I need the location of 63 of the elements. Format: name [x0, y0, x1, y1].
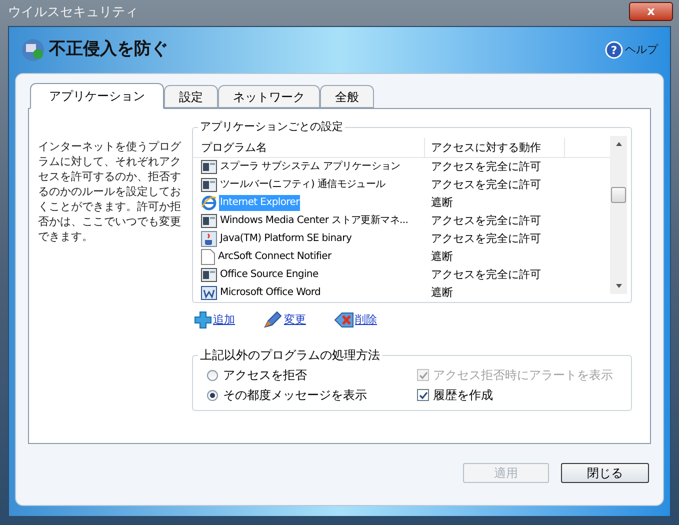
column-header[interactable]: アクセスに対する動作 — [425, 138, 565, 157]
scrollbar[interactable] — [610, 136, 627, 294]
column-header[interactable]: プログラム名 — [193, 138, 425, 157]
program-row[interactable]: ツールバー(ニフティ) 通信モジュール — [193, 177, 425, 193]
program-name: ツールバー(ニフティ) 通信モジュール — [219, 178, 386, 192]
action-cell-text: アクセスを完全に許可 — [430, 158, 541, 175]
dialog-button[interactable]: 閉じる — [561, 462, 649, 482]
scroll-down-icon[interactable] — [616, 284, 622, 288]
action-cell-text: 遮断 — [430, 194, 453, 211]
program-name: Java(TM) Platform SE binary — [219, 232, 353, 246]
radio-option[interactable]: その都度メッセージを表示 — [207, 386, 417, 404]
program-window-icon — [201, 268, 217, 282]
checkbox[interactable] — [417, 389, 429, 401]
plus-icon — [194, 311, 212, 329]
program-row[interactable]: ArcSoft Connect Notifier — [193, 249, 425, 265]
shield-computer-icon — [21, 38, 45, 62]
program-name: Windows Media Center ストア更新マネ... — [219, 214, 410, 228]
blank-document-icon — [201, 249, 215, 265]
help-link[interactable]: ? ヘルプ — [605, 41, 658, 59]
delete-x-icon — [334, 311, 354, 329]
checkmark-icon — [418, 390, 428, 400]
action-link[interactable]: 削除 — [334, 311, 377, 329]
program-row[interactable]: Office Source Engine — [193, 267, 425, 283]
action-link[interactable]: 追加 — [194, 311, 235, 329]
action-cell-text: アクセスを完全に許可 — [430, 266, 541, 283]
checkmark-icon — [418, 370, 428, 380]
scroll-thumb[interactable] — [611, 187, 626, 203]
program-row[interactable]: Windows Media Center ストア更新マネ... — [193, 213, 425, 229]
program-name: ArcSoft Connect Notifier — [217, 250, 332, 264]
page-title: 不正侵入を防ぐ — [49, 38, 168, 62]
radio-button[interactable] — [207, 390, 218, 400]
window-title: ウイルスセキュリティ — [8, 4, 138, 22]
program-row[interactable]: Microsoft Office Word — [193, 285, 425, 301]
program-name: スプーラ サブシステム アプリケーション — [219, 160, 402, 174]
program-window-icon — [201, 160, 217, 174]
description-text: インターネットを使うプログラムに対して、それぞれアクセスを許可するのか、拒否するのかのルールを設定しておくことができます。許可か拒否かは、ここでいつでも変更できます。 — [38, 139, 182, 245]
program-name: Microsoft Office Word — [219, 286, 322, 300]
scroll-up-icon[interactable] — [616, 142, 622, 146]
action-cell-text: アクセスを完全に許可 — [430, 176, 541, 193]
program-window-icon — [201, 178, 217, 192]
program-row[interactable]: スプーラ サブシステム アプリケーション — [193, 159, 425, 175]
tab[interactable]: 全般 — [320, 85, 374, 108]
group-title: 上記以外のプログラムの処理方法 — [198, 347, 382, 363]
tab[interactable]: ネットワーク — [218, 85, 320, 108]
action-cell-text: 遮断 — [430, 284, 453, 301]
radio-button[interactable] — [207, 370, 218, 380]
action-cell-text: 遮断 — [430, 248, 453, 265]
cup-icon — [201, 231, 217, 247]
program-name: Office Source Engine — [219, 268, 320, 282]
action-cell-text: アクセスを完全に許可 — [430, 230, 541, 247]
document-w-icon — [201, 286, 217, 300]
action-link[interactable]: 変更 — [263, 311, 306, 329]
program-window-icon — [201, 214, 217, 228]
program-name: Internet Explorer — [219, 195, 300, 211]
browser-e-icon — [201, 195, 217, 211]
help-icon: ? — [605, 41, 623, 59]
tab[interactable]: アプリケーション — [30, 83, 164, 109]
tab[interactable]: 設定 — [164, 85, 218, 108]
action-cell-text: アクセスを完全に許可 — [430, 212, 541, 229]
pencil-icon — [263, 311, 283, 329]
program-row[interactable]: Java(TM) Platform SE binary — [193, 231, 425, 247]
checkbox-option[interactable]: 履歴を作成 — [417, 386, 613, 404]
radio-option[interactable]: アクセスを拒否 — [207, 366, 417, 384]
